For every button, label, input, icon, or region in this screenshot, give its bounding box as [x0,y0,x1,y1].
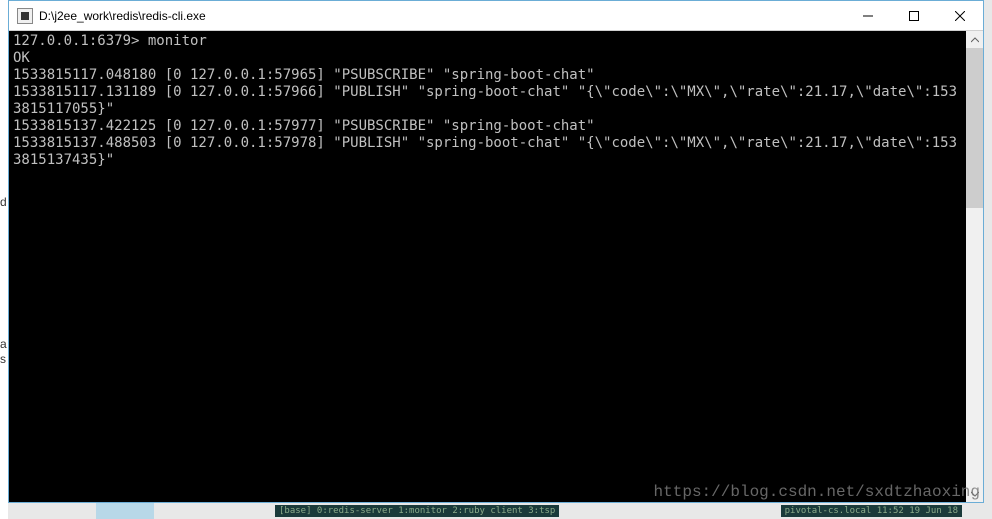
terminal-output[interactable]: 127.0.0.1:6379> monitor OK 1533815117.04… [9,31,966,502]
left-page-fragments: d a s [0,0,8,519]
maximize-icon [909,11,919,21]
fragment-d: d [0,195,7,209]
scroll-thumb[interactable] [966,48,983,208]
chevron-down-icon [971,490,979,498]
maximize-button[interactable] [891,1,937,30]
window-controls [845,1,983,30]
minimize-icon [863,11,873,21]
strip-text-left: [base] 0:redis-server 1:monitor 2:ruby c… [275,505,559,517]
vertical-scrollbar[interactable] [966,31,983,502]
fragment-a: a [0,337,7,351]
titlebar[interactable]: D:\j2ee_work\redis\redis-cli.exe [9,1,983,31]
scroll-down-button[interactable] [966,485,983,502]
bottom-strip: [base] 0:redis-server 1:monitor 2:ruby c… [0,503,992,519]
scroll-track[interactable] [966,48,983,485]
strip-block [96,503,154,519]
scroll-up-button[interactable] [966,31,983,48]
app-icon [17,8,33,24]
close-button[interactable] [937,1,983,30]
close-icon [955,11,965,21]
terminal-area: 127.0.0.1:6379> monitor OK 1533815117.04… [9,31,983,502]
console-window: D:\j2ee_work\redis\redis-cli.exe 127.0.0… [8,0,984,503]
window-title: D:\j2ee_work\redis\redis-cli.exe [39,9,845,23]
strip-text-right: pivotal-cs.local 11:52 19 Jun 18 [781,505,962,517]
fragment-s: s [0,352,6,366]
chevron-up-icon [971,36,979,44]
minimize-button[interactable] [845,1,891,30]
